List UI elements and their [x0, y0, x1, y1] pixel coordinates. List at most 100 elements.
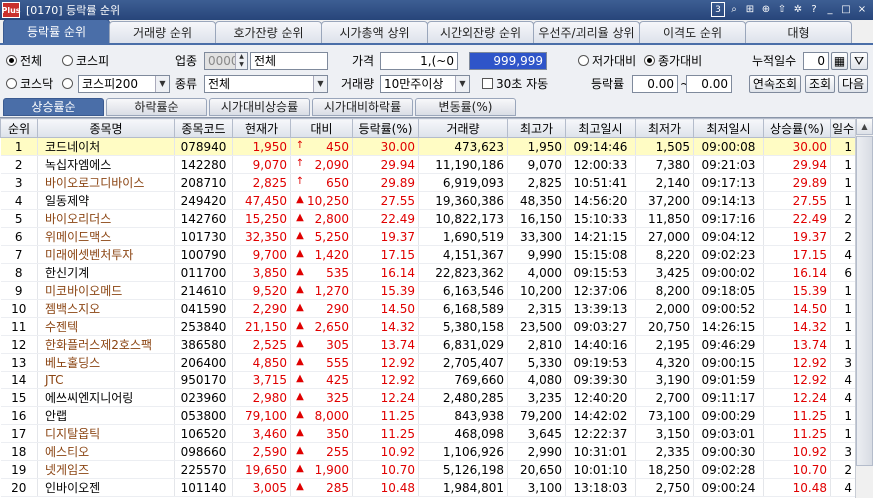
chevron-down-icon[interactable]: ▼	[313, 76, 327, 92]
stock-name-cell: 미코바이오메드	[37, 281, 175, 300]
chevron-down-icon[interactable]: ▼	[155, 76, 169, 92]
close-button[interactable]: ×	[855, 2, 869, 17]
subtab-rise-rate[interactable]: 상승률순	[3, 98, 104, 116]
scroll-thumb[interactable]	[856, 136, 873, 466]
diff-cell: ↑ 650	[290, 173, 353, 192]
column-header[interactable]: 최고가	[507, 118, 566, 138]
tab-large-cap[interactable]: 대형	[745, 21, 852, 43]
table-row[interactable]: 5 바이오리더스 142760 15,250 ▲ 2,800 22.49 10,822,173…	[0, 209, 856, 228]
table-row[interactable]: 14 JTC 950170 3,715 ▲ 425 12.92 769,660 4,080 09:…	[0, 371, 856, 389]
table-row[interactable]: 11 수젠텍 253840 21,150 ▲ 2,650 14.32 5,380,158 23,…	[0, 317, 856, 336]
subtab-open-fall[interactable]: 시가대비하락률	[312, 98, 413, 116]
search-icon[interactable]: ⌕	[727, 2, 741, 17]
table-row[interactable]: 1 코드네이처 078940 1,950 ↑ 450 30.00 473,623 1,950 09…	[0, 137, 856, 156]
column-header[interactable]: 최저가	[635, 118, 694, 138]
rate-cell: 14.50	[352, 299, 419, 318]
volume-select[interactable]: 10만주이상 ▼	[380, 75, 470, 93]
tab-volume-rank[interactable]: 거래량 순위	[109, 21, 216, 43]
next-button[interactable]: 다음	[838, 75, 868, 93]
rise-cell: 29.89	[763, 173, 831, 192]
grid-icon[interactable]: ⊞	[743, 2, 757, 17]
continuous-query-button[interactable]: 연속조회	[749, 75, 801, 93]
column-header[interactable]: 대비	[290, 118, 353, 138]
table-row[interactable]: 9 미코바이오메드 214610 9,520 ▲ 1,270 15.39 6,163,546 1…	[0, 281, 856, 300]
rate-to-input[interactable]: 0.00	[686, 75, 732, 93]
filter-icon[interactable]: ⛛	[850, 52, 868, 70]
radio-market-all[interactable]: 전체	[6, 53, 42, 70]
price-from-input[interactable]: 1,(~0	[380, 52, 458, 70]
sector-name-field[interactable]: 전체	[250, 52, 328, 70]
column-header[interactable]: 거래량	[418, 118, 508, 138]
radio-vs-low[interactable]: 저가대비	[578, 53, 636, 70]
subtab-fall-rate[interactable]: 하락률순	[106, 98, 207, 116]
table-row[interactable]: 4 일동제약 249420 47,450 ▲ 10,250 27.55 19,360,386 4…	[0, 191, 856, 210]
tab-order-book-rank[interactable]: 호가잔량 순위	[215, 21, 322, 43]
column-header[interactable]: 최고일시	[565, 118, 636, 138]
stock-code-cell: 100790	[174, 245, 233, 264]
query-button[interactable]: 조회	[805, 75, 835, 93]
radio-market-kospi[interactable]: 코스피	[62, 53, 109, 70]
radio-market-kosdaq[interactable]: 코스닥	[6, 76, 53, 93]
scroll-up-icon[interactable]: ▲	[856, 118, 873, 135]
diff-value: 555	[326, 355, 349, 370]
chevron-down-icon[interactable]: ▼	[455, 76, 469, 92]
table-row[interactable]: 13 베노홀딩스 206400 4,850 ▲ 555 12.92 2,705,407 5,33…	[0, 353, 856, 372]
high-time-cell: 14:21:15	[565, 227, 636, 246]
diff-value: 2,650	[314, 319, 349, 334]
stock-code-cell: 253840	[174, 317, 233, 336]
pin-icon[interactable]: ✲	[791, 2, 805, 17]
table-row[interactable]: 12 한화플러스제2호스팩 386580 2,525 ▲ 305 13.74 6,831,02…	[0, 335, 856, 354]
subtab-open-rise[interactable]: 시가대비상승률	[209, 98, 310, 116]
help-button[interactable]: ?	[807, 2, 821, 17]
low-cell: 3,150	[635, 424, 694, 443]
volume-cell: 5,380,158	[418, 317, 508, 336]
zoom-in-icon[interactable]: ⊕	[759, 2, 773, 17]
radio-index[interactable]	[62, 76, 76, 93]
days-input[interactable]: 0	[803, 52, 829, 70]
price-to-input[interactable]: 999,999	[469, 52, 547, 70]
table-row[interactable]: 19 넷게임즈 225570 19,650 ▲ 1,900 10.70 5,126,198 20…	[0, 460, 856, 479]
table-row[interactable]: 18 에스티오 098660 2,590 ▲ 255 10.92 1,106,926 2,990…	[0, 442, 856, 461]
rate-cell: 30.00	[352, 137, 419, 156]
auto-refresh-checkbox[interactable]: 30초 자동	[482, 76, 548, 93]
column-header[interactable]: 현재가	[232, 118, 291, 138]
index-select[interactable]: 코스피200 ▼	[78, 75, 170, 93]
minimize-button[interactable]: _	[823, 2, 837, 17]
table-row[interactable]: 17 디지탈옵틱 106520 3,460 ▲ 350 11.25 468,098 3,645 1…	[0, 424, 856, 443]
column-header[interactable]: 일수	[830, 118, 856, 138]
tab-market-cap[interactable]: 시가총액 상위	[321, 21, 428, 43]
table-row[interactable]: 7 미래에셋벤처투자 100790 9,700 ▲ 1,420 17.15 4,151,367…	[0, 245, 856, 264]
subtab-volatility[interactable]: 변동률(%)	[415, 98, 516, 116]
table-row[interactable]: 6 위메이드맥스 101730 32,350 ▲ 5,250 19.37 1,690,519 3…	[0, 227, 856, 246]
table-row[interactable]: 15 에쓰씨엔지니어링 023960 2,980 ▲ 325 12.24 2,480,285 3…	[0, 388, 856, 407]
column-header[interactable]: 최저일시	[693, 118, 764, 138]
table-row[interactable]: 2 녹십자엠에스 142280 9,070 ↑ 2,090 29.94 11,190,186 9…	[0, 155, 856, 174]
calendar-icon[interactable]: ▦	[831, 52, 848, 70]
tab-rate-rank[interactable]: 등락률 순위	[3, 20, 110, 43]
column-header[interactable]: 순위	[0, 118, 38, 138]
table-row[interactable]: 3 바이오로그디바이스 208710 2,825 ↑ 650 29.89 6,919,093 2…	[0, 173, 856, 192]
table-row[interactable]: 8 한신기계 011700 3,850 ▲ 535 16.14 22,823,362 4,000…	[0, 263, 856, 282]
column-header[interactable]: 종목명	[37, 118, 175, 138]
tab-disparity[interactable]: 이격도 순위	[639, 21, 746, 43]
table-row[interactable]: 20 인바이오젠 101140 3,005 ▲ 285 10.48 1,984,801 3,10…	[0, 478, 856, 497]
volume-cell: 1,690,519	[418, 227, 508, 246]
spinner-icon[interactable]: ▲ ▼	[235, 53, 247, 69]
stock-code-cell: 386580	[174, 335, 233, 354]
vertical-scrollbar[interactable]: ▲	[855, 118, 873, 498]
rate-from-input[interactable]: 0.00	[632, 75, 678, 93]
table-body: 1 코드네이처 078940 1,950 ↑ 450 30.00 473,623 1,950 09…	[0, 137, 856, 497]
table-row[interactable]: 16 안랩 053800 79,100 ▲ 8,000 11.25 843,938 79,200…	[0, 406, 856, 425]
column-header[interactable]: 상승률(%)	[763, 118, 831, 138]
column-header[interactable]: 종목코드	[174, 118, 233, 138]
maximize-button[interactable]: □	[839, 2, 853, 17]
radio-vs-close[interactable]: 종가대비	[644, 53, 702, 70]
tab-after-hours[interactable]: 시간외잔량 순위	[427, 21, 534, 43]
table-row[interactable]: 10 젬백스지오 041590 2,290 ▲ 290 14.50 6,168,589 2,31…	[0, 299, 856, 318]
column-header[interactable]: 등락률(%)	[352, 118, 419, 138]
type-select[interactable]: 전체 ▼	[204, 75, 328, 93]
link-group-button[interactable]: 3	[711, 2, 725, 17]
tab-preferred[interactable]: 우선주/괴리율 상위	[533, 21, 640, 43]
up-icon[interactable]: ⇧	[775, 2, 789, 17]
sector-code-input[interactable]: 0000 ▲ ▼	[204, 52, 248, 70]
